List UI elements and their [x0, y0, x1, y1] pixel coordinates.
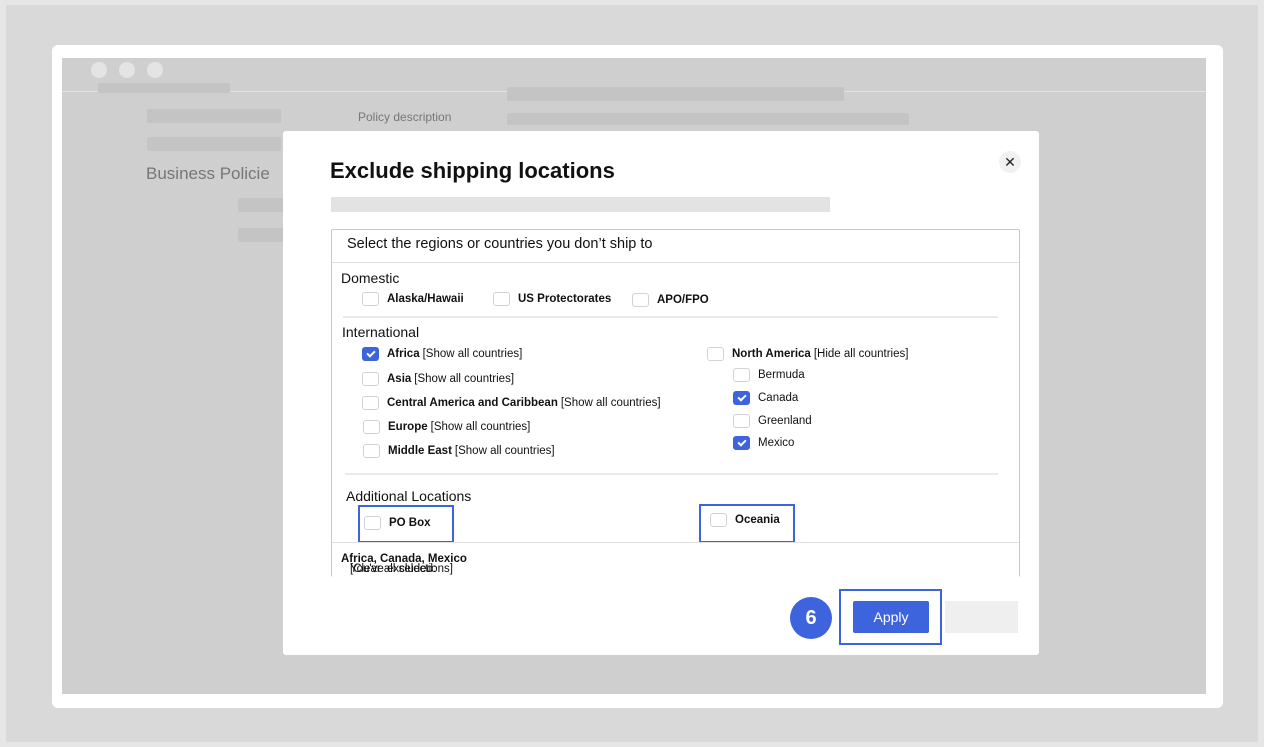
- checkbox-box[interactable]: [362, 372, 379, 386]
- checkbox-box[interactable]: [632, 293, 649, 307]
- placeholder-bar: [238, 228, 283, 242]
- section-divider: [345, 473, 998, 475]
- checkbox-po-box[interactable]: PO Box: [364, 516, 431, 530]
- hide-countries-link[interactable]: [Hide all countries]: [814, 348, 909, 360]
- option-label: Middle East: [388, 445, 452, 457]
- show-countries-link[interactable]: [Show all countries]: [561, 397, 661, 409]
- option-label: PO Box: [389, 517, 431, 529]
- checkbox-alaska-hawaii[interactable]: Alaska/Hawaii: [362, 292, 464, 306]
- checkbox-box-checked[interactable]: [733, 436, 750, 450]
- option-label: Africa: [387, 348, 420, 360]
- placeholder-bar: [147, 109, 281, 123]
- checkbox-box[interactable]: [733, 368, 750, 382]
- option-label: North America: [732, 348, 811, 360]
- window-dot-green: [147, 62, 163, 78]
- window-dot-yellow: [119, 62, 135, 78]
- checkbox-canada[interactable]: Canada: [733, 391, 798, 405]
- section-divider: [343, 316, 998, 318]
- checkbox-box[interactable]: [493, 292, 510, 306]
- secondary-button-placeholder[interactable]: [945, 601, 1018, 633]
- locations-panel: Select the regions or countries you don’…: [331, 229, 1020, 577]
- checkbox-greenland[interactable]: Greenland: [733, 414, 812, 428]
- checkbox-box[interactable]: [363, 444, 380, 458]
- checkbox-box[interactable]: [363, 420, 380, 434]
- clear-selections-link[interactable]: [Clear all selections]: [350, 563, 453, 575]
- checkbox-africa[interactable]: Africa [Show all countries]: [362, 347, 522, 361]
- additional-locations-label: Additional Locations: [346, 488, 472, 504]
- option-label: Central America and Caribbean: [387, 397, 558, 409]
- checkbox-asia[interactable]: Asia [Show all countries]: [362, 372, 514, 386]
- placeholder-bar: [238, 198, 283, 212]
- step-number-badge: 6: [790, 597, 832, 639]
- panel-instructions: Select the regions or countries you don’…: [347, 236, 653, 252]
- checkbox-mexico[interactable]: Mexico: [733, 436, 794, 450]
- placeholder-bar: [507, 113, 909, 125]
- option-label: Oceania: [735, 514, 780, 526]
- checkbox-central-america-caribbean[interactable]: Central America and Caribbean [Show all c…: [362, 396, 661, 410]
- summary-text: You've excluded: Africa, Canada, Mexico …: [341, 553, 467, 575]
- domestic-label: Domestic: [341, 270, 400, 286]
- checkbox-us-protectorates[interactable]: US Protectorates: [493, 292, 611, 306]
- checkbox-north-america[interactable]: North America [Hide all countries]: [707, 347, 908, 361]
- close-button[interactable]: ✕: [999, 151, 1021, 173]
- option-label: Europe: [388, 421, 428, 433]
- show-countries-link[interactable]: [Show all countries]: [431, 421, 531, 433]
- subtitle-placeholder-bar: [331, 197, 830, 212]
- option-label: Asia: [387, 373, 412, 385]
- checkbox-box[interactable]: [710, 513, 727, 527]
- checkbox-box[interactable]: [362, 396, 379, 410]
- show-countries-link[interactable]: [Show all countries]: [455, 445, 555, 457]
- option-label: Alaska/Hawaii: [387, 293, 464, 305]
- checkbox-box-checked[interactable]: [362, 347, 379, 361]
- exclude-locations-dialog: Exclude shipping locations ✕ Select the …: [283, 131, 1039, 655]
- checkbox-oceania[interactable]: Oceania: [710, 513, 780, 527]
- option-label: Mexico: [758, 437, 795, 449]
- option-label: APO/FPO: [657, 294, 709, 306]
- placeholder-bar: [507, 87, 844, 101]
- option-label: Canada: [758, 392, 799, 404]
- international-label: International: [342, 324, 420, 340]
- window-dot-red: [91, 62, 107, 78]
- placeholder-bar: [98, 83, 230, 93]
- checkbox-box[interactable]: [364, 516, 381, 530]
- policy-description-label: Policy description: [358, 110, 452, 124]
- placeholder-bar: [147, 137, 281, 151]
- dialog-title: Exclude shipping locations: [330, 158, 615, 183]
- option-label: Greenland: [758, 415, 812, 427]
- checkbox-middle-east[interactable]: Middle East [Show all countries]: [363, 444, 555, 458]
- checkbox-bermuda[interactable]: Bermuda: [733, 368, 805, 382]
- checkbox-box-checked[interactable]: [733, 391, 750, 405]
- option-label: US Protectorates: [518, 293, 612, 305]
- apply-button[interactable]: Apply: [853, 601, 929, 633]
- checkbox-apo-fpo[interactable]: APO/FPO: [632, 293, 709, 307]
- checkbox-box[interactable]: [707, 347, 724, 361]
- exclusion-summary: You've excluded: Africa, Canada, Mexico …: [332, 542, 1019, 577]
- checkbox-box[interactable]: [733, 414, 750, 428]
- checkbox-europe[interactable]: Europe [Show all countries]: [363, 420, 530, 434]
- panel-header: Select the regions or countries you don’…: [332, 230, 1019, 263]
- checkbox-box[interactable]: [362, 292, 379, 306]
- show-countries-link[interactable]: [Show all countries]: [423, 348, 523, 360]
- option-label: Bermuda: [758, 369, 805, 381]
- close-icon: ✕: [1004, 154, 1016, 170]
- business-policies-heading: Business Policie: [146, 164, 270, 183]
- show-countries-link[interactable]: [Show all countries]: [414, 373, 514, 385]
